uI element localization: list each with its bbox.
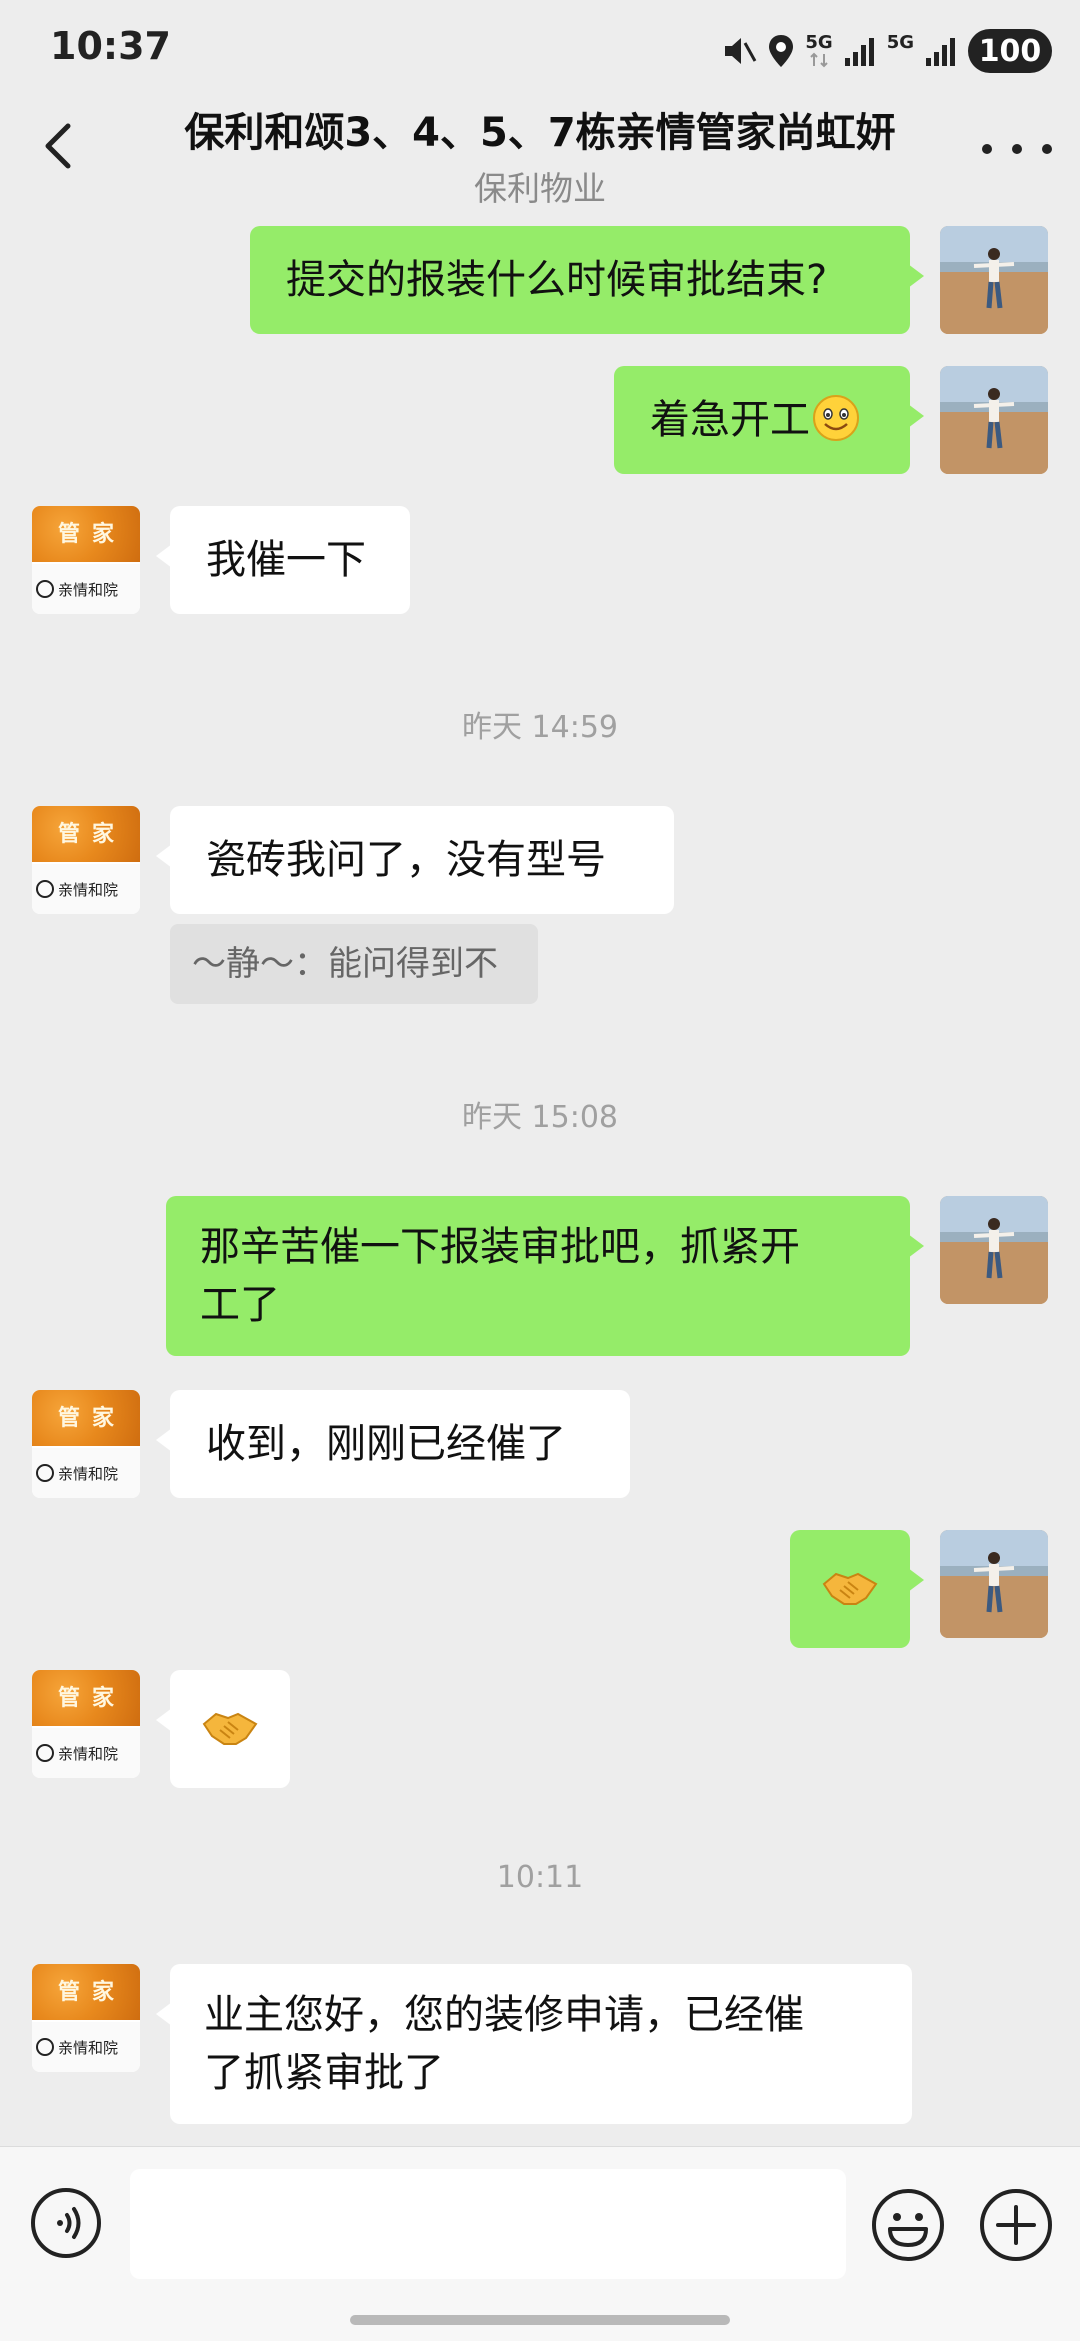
my-avatar[interactable]: [940, 1530, 1048, 1638]
emoji-icon[interactable]: [870, 2187, 946, 2263]
message-bubble[interactable]: 提交的报装什么时候审批结束?: [250, 226, 924, 334]
message-row: 管家 亲情和院 瓷砖我问了，没有型号: [0, 806, 1080, 914]
message-bubble[interactable]: 瓷砖我问了，没有型号: [156, 806, 674, 914]
message-bubble[interactable]: 着急开工: [614, 366, 924, 474]
message-text: 瓷砖我问了，没有型号: [206, 837, 606, 883]
mute-icon: [725, 38, 757, 64]
chat-header: 保利和颂3、4、5、7栋亲情管家尚虹妍 保利物业: [0, 96, 1080, 216]
contact-avatar[interactable]: 管家 亲情和院: [32, 506, 140, 614]
message-input[interactable]: [130, 2169, 846, 2279]
message-bubble[interactable]: 收到，刚刚已经催了: [156, 1390, 630, 1498]
handshake-emoji-icon: [202, 1706, 258, 1750]
timestamp: 昨天 15:08: [462, 1100, 618, 1135]
message-row: [0, 1530, 1080, 1648]
message-row: 管家 亲情和院 我催一下: [0, 506, 1080, 614]
signal-icon-2: [926, 38, 955, 66]
smile-emoji-icon: [812, 394, 860, 442]
message-text: 我催一下: [206, 537, 366, 583]
message-text: 收到，刚刚已经催了: [206, 1421, 566, 1467]
message-row: 那辛苦催一下报装审批吧，抓紧开 工了: [0, 1196, 1080, 1358]
message-text: 提交的报装什么时候审批结束?: [286, 257, 828, 303]
timestamp: 10:11: [496, 1860, 584, 1895]
message-bubble[interactable]: [790, 1530, 924, 1648]
quoted-reply[interactable]: ～静～：能问得到不: [170, 924, 538, 1004]
voice-icon[interactable]: [30, 2187, 102, 2259]
message-list[interactable]: 提交的报装什么时候审批结束? 着急开工 管家 亲情和院 我催一下 昨天 14:59…: [0, 216, 1080, 2146]
message-text-line: 业主您好，您的装修申请，已经催: [204, 1992, 804, 2038]
signal-icon-1: [844, 38, 874, 66]
message-row: 管家 亲情和院 业主您好，您的装修申请，已经催 了抓紧审批了: [0, 1964, 1080, 2126]
location-icon: [769, 35, 794, 67]
status-icons: 5G 5G 100: [721, 26, 1052, 76]
contact-avatar[interactable]: 管家 亲情和院: [32, 806, 140, 914]
message-text-line: 了抓紧审批了: [204, 2050, 444, 2096]
my-avatar[interactable]: [940, 1196, 1048, 1304]
chat-title: 保利和颂3、4、5、7栋亲情管家尚虹妍: [184, 110, 896, 156]
message-row: 管家 亲情和院: [0, 1670, 1080, 1788]
message-text-line: 那辛苦催一下报装审批吧，抓紧开: [200, 1224, 800, 1270]
message-row: 着急开工: [0, 366, 1080, 474]
chat-subtitle: 保利物业: [474, 169, 606, 208]
network-indicator-1: 5G: [805, 34, 833, 68]
my-avatar[interactable]: [940, 226, 1048, 334]
clock: 10:37: [50, 24, 171, 68]
message-bubble[interactable]: 我催一下: [156, 506, 410, 614]
input-bar: [0, 2146, 1080, 2341]
message-bubble[interactable]: [156, 1670, 290, 1788]
message-text: 着急开工: [650, 397, 810, 443]
message-bubble[interactable]: 业主您好，您的装修申请，已经催 了抓紧审批了: [156, 1964, 912, 2124]
message-row: 提交的报装什么时候审批结束?: [0, 226, 1080, 334]
message-row: 管家 亲情和院 收到，刚刚已经催了: [0, 1390, 1080, 1498]
my-avatar[interactable]: [940, 366, 1048, 474]
contact-avatar[interactable]: 管家 亲情和院: [32, 1670, 140, 1778]
status-bar: 10:37 5G 5G 100: [0, 0, 1080, 96]
timestamp: 昨天 14:59: [462, 710, 618, 745]
handshake-emoji-icon: [822, 1566, 878, 1610]
plus-icon[interactable]: [978, 2187, 1054, 2263]
contact-avatar[interactable]: 管家 亲情和院: [32, 1390, 140, 1498]
contact-avatar[interactable]: 管家 亲情和院: [32, 1964, 140, 2072]
more-options-icon[interactable]: [982, 124, 1052, 174]
message-text-line: 工了: [200, 1282, 280, 1328]
message-bubble[interactable]: 那辛苦催一下报装审批吧，抓紧开 工了: [166, 1196, 924, 1356]
network-indicator-2: 5G: [886, 32, 914, 53]
battery-indicator: 100: [968, 29, 1052, 73]
home-indicator[interactable]: [350, 2315, 730, 2325]
